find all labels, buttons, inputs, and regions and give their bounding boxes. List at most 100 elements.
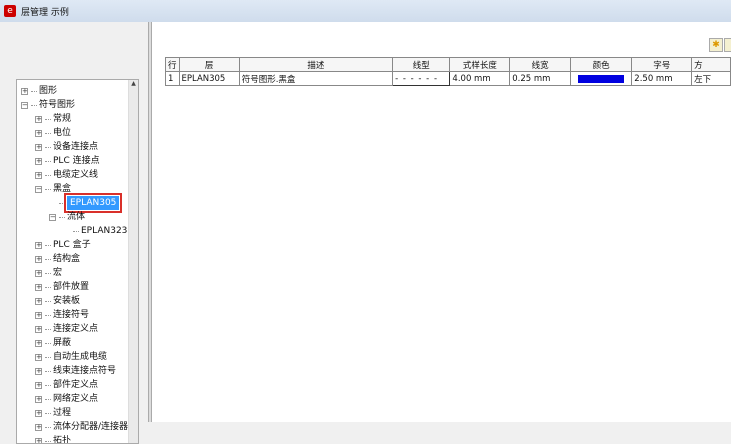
expand-icon[interactable]: + xyxy=(35,242,42,249)
tree-item[interactable]: +PLC 连接点 xyxy=(35,154,100,168)
col-header-pattern-length[interactable]: 式样长度 xyxy=(450,58,510,72)
tree-item[interactable]: + PLC 盒子 xyxy=(35,238,91,252)
tree-item-label: 流体分配器/连接器 xyxy=(53,420,128,434)
expand-icon[interactable]: + xyxy=(35,130,42,137)
expand-icon[interactable]: + xyxy=(35,438,42,444)
tree-connector xyxy=(45,399,51,400)
tree-item-label: PLC 盒子 xyxy=(53,238,91,252)
tree-item-label: 设备连接点 xyxy=(53,140,98,154)
tree-item[interactable]: + 部件放置 xyxy=(35,280,89,294)
tree-item-label: EPLAN305 xyxy=(67,196,119,210)
expand-icon[interactable]: + xyxy=(35,270,42,277)
tree-item[interactable]: −黑盒 xyxy=(35,182,71,196)
expand-icon[interactable]: + xyxy=(35,298,42,305)
layer-tree[interactable]: ▲ +图形−符号图形+常规+电位+设备连接点+PLC 连接点+电缆定义线−黑盒E… xyxy=(16,79,139,444)
tree-item[interactable]: + 网络定义点 xyxy=(35,392,98,406)
expand-icon[interactable]: + xyxy=(21,88,28,95)
expand-icon[interactable]: + xyxy=(35,354,42,361)
tree-item[interactable]: +部件定义点 xyxy=(35,378,98,392)
expand-icon[interactable]: + xyxy=(35,284,42,291)
expand-icon[interactable]: + xyxy=(35,326,42,333)
tree-item-label: 拓扑 xyxy=(53,434,71,444)
tree-connector xyxy=(45,133,51,134)
tree-item[interactable]: +安装板 xyxy=(35,294,80,308)
toolbar-button[interactable] xyxy=(724,38,731,52)
table-header-row: 行 层 描述 线型 式样长度 线宽 颜色 字号 方 xyxy=(166,58,731,72)
tree-item[interactable]: + 流体分配器/连接器 xyxy=(35,420,128,434)
eplan-logo-icon: e xyxy=(4,5,16,17)
tree-item[interactable]: +图形 xyxy=(21,84,57,98)
expand-icon[interactable]: + xyxy=(35,396,42,403)
cell-pattern-length[interactable]: 4.00 mm xyxy=(450,72,510,86)
cell-layer[interactable]: EPLAN305 xyxy=(179,72,239,86)
tree-item-label: 连接定义点 xyxy=(53,322,98,336)
cell-line-width[interactable]: 0.25 mm xyxy=(510,72,571,86)
col-header-description[interactable]: 描述 xyxy=(239,58,392,72)
expand-icon[interactable]: + xyxy=(35,424,42,431)
tree-connector xyxy=(45,385,51,386)
tree-item[interactable]: − 流体 xyxy=(49,210,85,224)
tree-item-label: EPLAN323 xyxy=(81,224,127,238)
tree-connector xyxy=(59,217,65,218)
col-header-row[interactable]: 行 xyxy=(166,58,180,72)
tree-connector xyxy=(45,329,51,330)
expand-icon[interactable]: + xyxy=(35,410,42,417)
expand-icon[interactable]: + xyxy=(35,116,42,123)
tree-item[interactable]: +结构盒 xyxy=(35,252,80,266)
tree-item-label: 过程 xyxy=(53,406,71,420)
cell-font-size[interactable]: 2.50 mm xyxy=(632,72,692,86)
tree-item[interactable]: + 屏蔽 xyxy=(35,336,71,350)
tree-connector xyxy=(45,441,51,442)
tree-item-label: 屏蔽 xyxy=(53,336,71,350)
left-pane: ▲ +图形−符号图形+常规+电位+设备连接点+PLC 连接点+电缆定义线−黑盒E… xyxy=(0,22,148,422)
right-pane: ✱ 行 层 描述 线型 式样长度 线宽 颜色 字号 方 1 EPLAN305 符… xyxy=(152,22,731,422)
expand-icon[interactable]: + xyxy=(35,368,42,375)
table-row[interactable]: 1 EPLAN305 符号图形.黑盒 - - - - - - 4.00 mm 0… xyxy=(166,72,731,86)
expand-icon[interactable]: + xyxy=(35,340,42,347)
tree-connector xyxy=(73,231,79,232)
tree-item[interactable]: +电缆定义线 xyxy=(35,168,98,182)
tree-item[interactable]: +电位 xyxy=(35,126,71,140)
col-header-line-width[interactable]: 线宽 xyxy=(510,58,571,72)
expand-icon[interactable]: + xyxy=(35,312,42,319)
tree-scrollbar[interactable]: ▲ xyxy=(128,80,138,443)
expand-icon[interactable]: + xyxy=(35,158,42,165)
new-layer-button[interactable]: ✱ xyxy=(709,38,723,52)
tree-item[interactable]: + 过程 xyxy=(35,406,71,420)
tree-item[interactable]: EPLAN323 xyxy=(63,224,127,238)
tree-item-label: 网络定义点 xyxy=(53,392,98,406)
cell-direction[interactable]: 左下 xyxy=(692,72,731,86)
tree-item[interactable]: + 设备连接点 xyxy=(35,140,98,154)
tree-item[interactable]: +常规 xyxy=(35,112,71,126)
collapse-icon[interactable]: − xyxy=(49,214,56,221)
tree-item-label: 连接符号 xyxy=(53,308,89,322)
expand-icon[interactable]: + xyxy=(35,256,42,263)
expand-icon[interactable]: + xyxy=(35,172,42,179)
col-header-linetype[interactable]: 线型 xyxy=(393,58,450,72)
col-header-direction[interactable]: 方 xyxy=(692,58,731,72)
tree-item-label: 流体 xyxy=(67,210,85,224)
tree-connector xyxy=(31,91,37,92)
expand-icon[interactable]: + xyxy=(35,144,42,151)
col-header-font-size[interactable]: 字号 xyxy=(632,58,692,72)
tree-item[interactable]: +自动生成电缆 xyxy=(35,350,107,364)
collapse-icon[interactable]: − xyxy=(35,186,42,193)
tree-item-label: 符号图形 xyxy=(39,98,75,112)
tree-item[interactable]: +线束连接点符号 xyxy=(35,364,116,378)
col-header-color[interactable]: 颜色 xyxy=(571,58,632,72)
scroll-up-icon[interactable]: ▲ xyxy=(129,80,138,87)
tree-item[interactable]: + 拓扑 xyxy=(35,434,71,444)
tree-item[interactable]: + 连接符号 xyxy=(35,308,89,322)
cell-color[interactable] xyxy=(571,72,632,86)
cell-linetype[interactable]: - - - - - - xyxy=(393,72,450,86)
tree-item[interactable]: +宏 xyxy=(35,266,62,280)
cell-description[interactable]: 符号图形.黑盒 xyxy=(239,72,392,86)
tree-connector xyxy=(45,259,51,260)
tree-item-label: 部件放置 xyxy=(53,280,89,294)
tree-item[interactable]: EPLAN305 xyxy=(49,196,119,210)
collapse-icon[interactable]: − xyxy=(21,102,28,109)
col-header-layer[interactable]: 层 xyxy=(179,58,239,72)
tree-item[interactable]: − 符号图形 xyxy=(21,98,75,112)
expand-icon[interactable]: + xyxy=(35,382,42,389)
tree-item[interactable]: + 连接定义点 xyxy=(35,322,98,336)
